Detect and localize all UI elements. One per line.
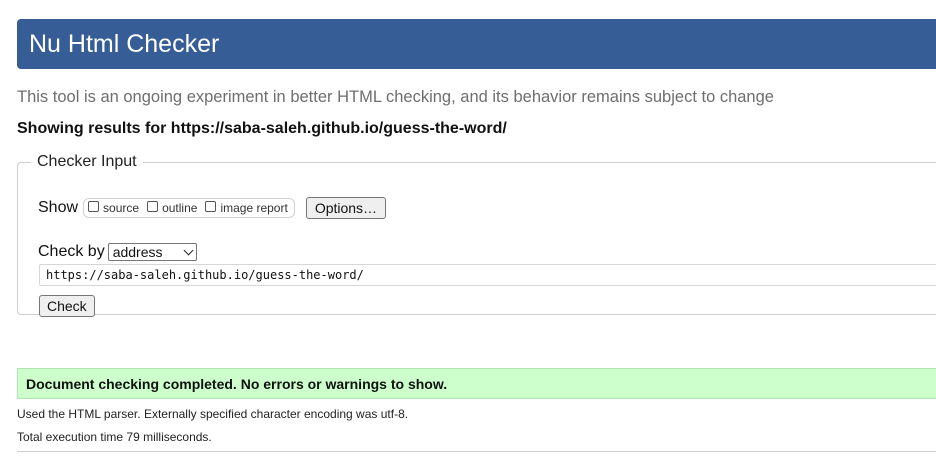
success-message: Document checking completed. No errors o… (17, 368, 936, 399)
page-title[interactable]: Nu Html Checker (29, 30, 219, 59)
header-bar: Nu Html Checker (17, 19, 936, 69)
results-heading: Showing results for https://saba-saleh.g… (17, 120, 507, 137)
parser-info: Used the HTML parser. Externally specifi… (17, 407, 409, 421)
show-options-group: source outline image report (83, 198, 295, 218)
outline-checkbox[interactable] (147, 200, 159, 212)
options-button[interactable]: Options… (305, 197, 387, 219)
check-by-row: Check by address (38, 242, 197, 262)
checker-input-fieldset: Checker Input Show source outline image … (17, 153, 936, 317)
source-checkbox[interactable] (88, 200, 100, 212)
outline-label: outline (162, 201, 198, 215)
show-source-option[interactable]: source (88, 200, 140, 215)
bottom-divider (17, 451, 936, 452)
chevron-down-icon (183, 245, 194, 255)
image-report-checkbox[interactable] (205, 200, 217, 212)
source-label: source (103, 201, 140, 215)
show-image-report-option[interactable]: image report (205, 200, 288, 215)
intro-text: This tool is an ongoing experiment in be… (17, 88, 774, 106)
check-button[interactable]: Check (39, 295, 95, 317)
page: Nu Html Checker This tool is an ongoing … (0, 0, 936, 469)
check-by-selected-value: address (112, 244, 163, 260)
show-outline-option[interactable]: outline (147, 200, 198, 215)
execution-time: Total execution time 79 milliseconds. (17, 430, 212, 444)
image-report-label: image report (220, 201, 288, 215)
show-label: Show (38, 199, 79, 216)
checker-input-legend: Checker Input (37, 153, 137, 170)
check-by-label: Check by (38, 243, 105, 260)
show-row: Show source outline image report Options… (38, 197, 387, 219)
check-by-select[interactable]: address (107, 243, 197, 261)
url-input[interactable]: https://saba-saleh.github.io/guess-the-w… (39, 264, 936, 286)
